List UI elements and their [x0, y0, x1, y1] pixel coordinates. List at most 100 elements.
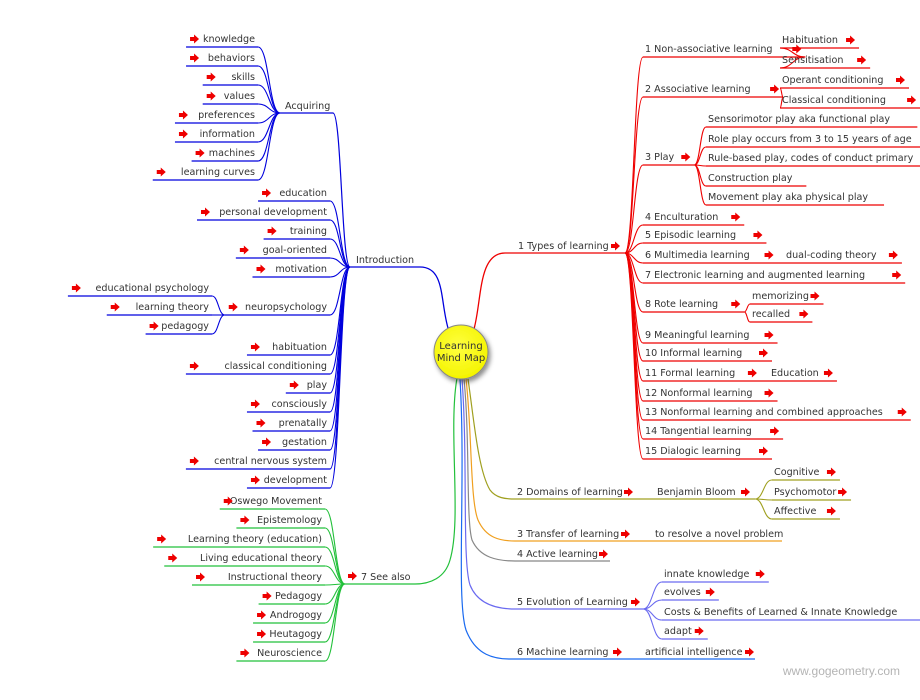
- type-12-nonformal-learning[interactable]: 12 Nonformal learning: [645, 388, 774, 399]
- link-arrow-icon[interactable]: [250, 399, 260, 409]
- link-arrow-icon[interactable]: [256, 264, 266, 274]
- leaf-heutagogy[interactable]: Heutagogy: [257, 629, 322, 640]
- sub-construction-play[interactable]: Construction play: [708, 173, 793, 184]
- link-arrow-icon[interactable]: [810, 291, 820, 301]
- link-arrow-icon[interactable]: [189, 456, 199, 466]
- type-11-formal-learning[interactable]: 11 Formal learning: [645, 368, 757, 379]
- type-14-tangential-learning[interactable]: 14 Tangential learning: [645, 426, 780, 437]
- sub-rule-based-play-codes-of-conduct-primary[interactable]: Rule-based play, codes of conduct primar…: [708, 153, 914, 164]
- leaf-pedagogy[interactable]: Pedagogy: [262, 591, 323, 602]
- link-arrow-icon[interactable]: [228, 302, 238, 312]
- inline-dual-coding-theory[interactable]: dual-coding theory: [786, 250, 898, 261]
- link-arrow-icon[interactable]: [262, 188, 272, 198]
- link-arrow-icon[interactable]: [611, 241, 620, 251]
- link-arrow-icon[interactable]: [157, 534, 167, 544]
- link-arrow-icon[interactable]: [262, 591, 272, 601]
- type-4-enculturation[interactable]: 4 Enculturation: [645, 212, 741, 223]
- root-node[interactable]: Learning Mind Map: [433, 324, 489, 380]
- type-15-dialogic-learning[interactable]: 15 Dialogic learning: [645, 446, 768, 457]
- link-arrow-icon[interactable]: [745, 647, 754, 657]
- link-arrow-icon[interactable]: [896, 75, 905, 85]
- inline-education[interactable]: Education: [771, 368, 833, 379]
- link-arrow-icon[interactable]: [267, 226, 277, 236]
- leaf-learning-theory-education[interactable]: Learning theory (education): [157, 534, 322, 545]
- leaf-development[interactable]: development: [250, 475, 327, 486]
- link-arrow-icon[interactable]: [178, 129, 188, 139]
- link-arrow-icon[interactable]: [196, 572, 205, 582]
- link-arrow-icon[interactable]: [206, 72, 216, 82]
- sub-affective[interactable]: Affective: [774, 506, 836, 517]
- sub-classical-conditioning[interactable]: Classical conditioning: [782, 95, 917, 106]
- branch-transfer-of-learning[interactable]: 3 Transfer of learning: [517, 529, 630, 540]
- leaf-habituation[interactable]: habituation: [250, 342, 327, 353]
- link-arrow-icon[interactable]: [240, 648, 250, 658]
- link-arrow-icon[interactable]: [250, 342, 260, 352]
- branch-machine-learning[interactable]: 6 Machine learning: [517, 647, 622, 658]
- link-arrow-icon[interactable]: [206, 91, 216, 101]
- leaf-living-educational-theory[interactable]: Living educational theory: [168, 553, 322, 564]
- branch-types-of-learning[interactable]: 1 Types of learning: [518, 241, 620, 252]
- link-arrow-icon[interactable]: [168, 553, 178, 563]
- sub-psychomotor[interactable]: Psychomotor: [774, 487, 848, 498]
- branch-see-also[interactable]: 7 See also: [348, 571, 411, 584]
- leaf-personal-development[interactable]: personal development: [201, 207, 327, 218]
- type-10-informal-learning[interactable]: 10 Informal learning: [645, 348, 768, 359]
- link-arrow-icon[interactable]: [262, 437, 272, 447]
- link-arrow-icon[interactable]: [599, 549, 608, 559]
- link-arrow-icon[interactable]: [240, 515, 250, 525]
- sub-operant-conditioning[interactable]: Operant conditioning: [782, 75, 905, 86]
- link-arrow-icon[interactable]: [348, 571, 357, 581]
- link-arrow-icon[interactable]: [149, 321, 159, 331]
- link-arrow-icon[interactable]: [178, 110, 188, 120]
- link-arrow-icon[interactable]: [764, 250, 774, 260]
- link-arrow-icon[interactable]: [846, 35, 856, 45]
- leaf-values[interactable]: values: [206, 91, 255, 102]
- link-arrow-icon[interactable]: [759, 446, 768, 456]
- sub-cognitive[interactable]: Cognitive: [774, 467, 836, 478]
- link-arrow-icon[interactable]: [239, 245, 249, 255]
- link-arrow-icon[interactable]: [731, 299, 741, 309]
- link-arrow-icon[interactable]: [624, 487, 633, 497]
- link-arrow-icon[interactable]: [731, 212, 741, 222]
- leaf-classical-conditioning[interactable]: classical conditioning: [189, 361, 327, 372]
- leaf-knowledge[interactable]: knowledge: [190, 34, 255, 45]
- link-arrow-icon[interactable]: [823, 368, 833, 378]
- link-arrow-icon[interactable]: [770, 426, 780, 436]
- link-arrow-icon[interactable]: [621, 529, 630, 539]
- leaf-goal-oriented[interactable]: goal-oriented: [239, 245, 327, 256]
- link-arrow-icon[interactable]: [257, 610, 267, 620]
- link-arrow-icon[interactable]: [759, 348, 768, 358]
- link-arrow-icon[interactable]: [190, 53, 200, 63]
- link-arrow-icon[interactable]: [753, 230, 763, 240]
- leaf-skills[interactable]: skills: [206, 72, 255, 83]
- sub-memorizing[interactable]: memorizing: [752, 291, 820, 302]
- link-arrow-icon[interactable]: [681, 152, 691, 162]
- link-arrow-icon[interactable]: [888, 250, 898, 260]
- type-9-meaningful-learning[interactable]: 9 Meaningful learning: [645, 330, 774, 341]
- link-arrow-icon[interactable]: [631, 597, 640, 607]
- node-acquiring[interactable]: Acquiring: [285, 101, 330, 112]
- branch-active-learning[interactable]: 4 Active learning: [517, 549, 608, 560]
- branch-introduction[interactable]: Introduction: [356, 255, 414, 266]
- link-arrow-icon[interactable]: [755, 569, 765, 579]
- link-arrow-icon[interactable]: [256, 418, 266, 428]
- link-arrow-icon[interactable]: [613, 647, 622, 657]
- link-arrow-icon[interactable]: [838, 487, 848, 497]
- sub-sensitisation[interactable]: Sensitisation: [782, 55, 867, 66]
- link-arrow-icon[interactable]: [764, 330, 774, 340]
- link-arrow-icon[interactable]: [897, 407, 907, 417]
- leaf-play[interactable]: play: [289, 380, 328, 391]
- link-arrow-icon[interactable]: [201, 207, 210, 217]
- leaf-machines[interactable]: machines: [195, 148, 255, 159]
- link-arrow-icon[interactable]: [71, 283, 81, 293]
- link-arrow-icon[interactable]: [770, 84, 780, 94]
- leaf-pedagogy[interactable]: pedagogy: [149, 321, 210, 332]
- leaf-prenatally[interactable]: prenatally: [256, 418, 328, 429]
- type-2-associative-learning[interactable]: 2 Associative learning: [645, 84, 780, 95]
- leaf-educational-psychology[interactable]: educational psychology: [71, 283, 209, 294]
- leaf-preferences[interactable]: preferences: [178, 110, 255, 121]
- leaf-oswego-movement[interactable]: Oswego Movement: [223, 496, 322, 507]
- leaf-education[interactable]: education: [262, 188, 327, 199]
- type-6-multimedia-learning[interactable]: 6 Multimedia learning: [645, 250, 774, 261]
- leaf-consciously[interactable]: consciously: [250, 399, 327, 410]
